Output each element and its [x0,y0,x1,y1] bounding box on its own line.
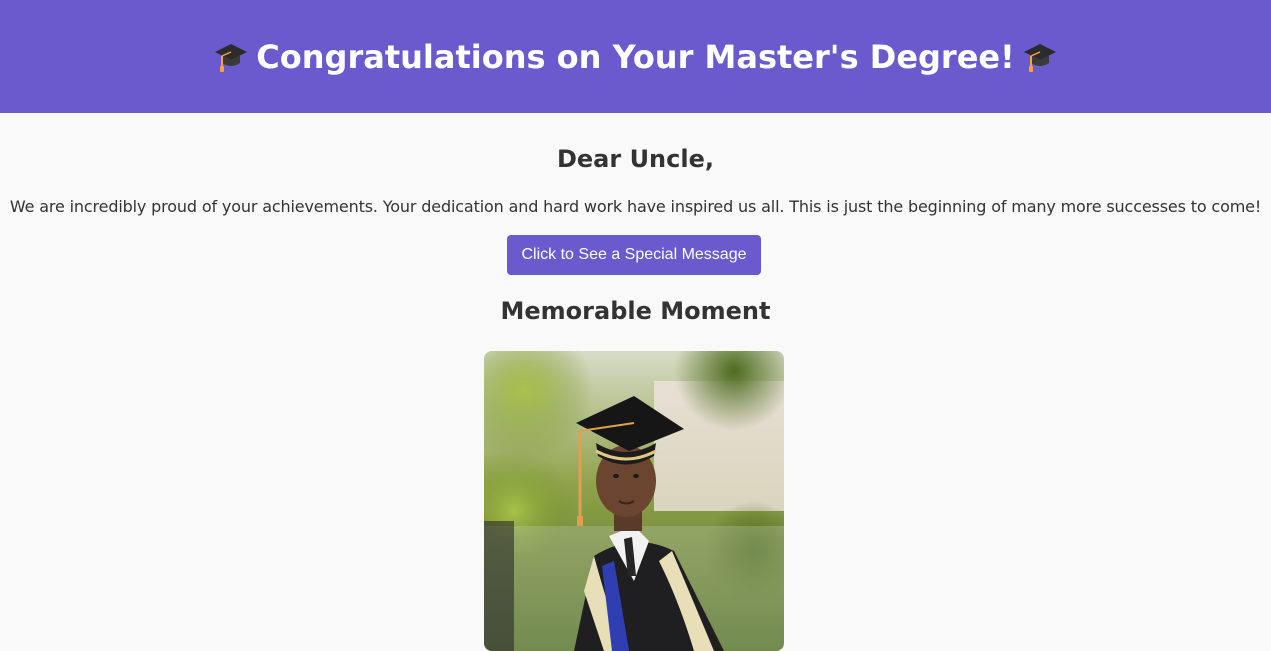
graduate-photo [484,351,784,651]
graduate-photo-image [484,351,784,651]
graduation-cap-icon [1023,43,1056,72]
page-title-text: Congratulations on Your Master's Degree! [256,37,1015,76]
page-title: Congratulations on Your Master's Degree! [214,38,1056,76]
special-message-button[interactable]: Click to See a Special Message [507,235,761,275]
header-banner: Congratulations on Your Master's Degree! [0,0,1271,113]
greeting-heading: Dear Uncle, [556,145,714,173]
congratulations-message: We are incredibly proud of your achievem… [9,197,1262,216]
graduation-cap-icon [215,43,248,72]
memorable-moment-heading: Memorable Moment [500,297,771,325]
